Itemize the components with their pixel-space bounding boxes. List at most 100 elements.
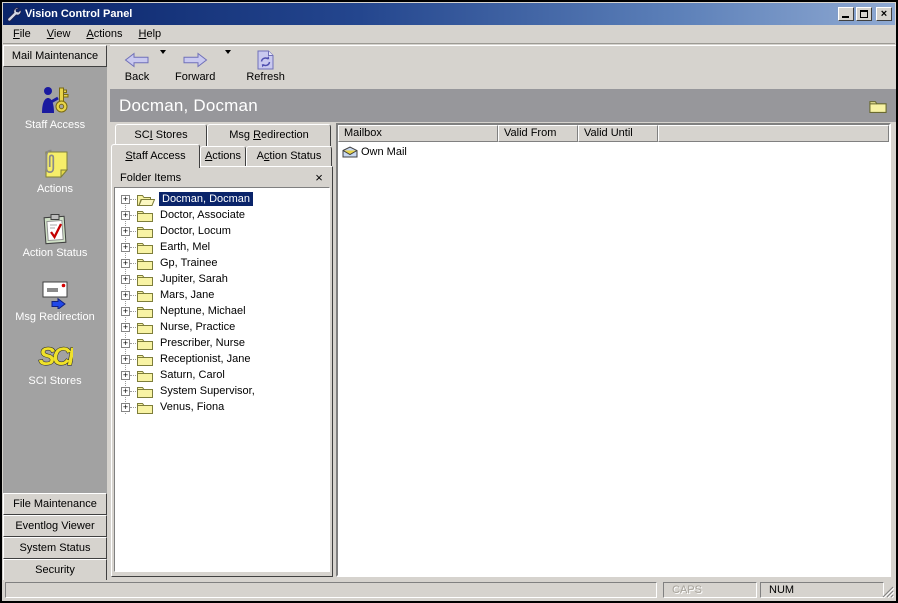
expand-icon[interactable]: + [121, 291, 130, 300]
back-dropdown-button[interactable] [156, 50, 169, 67]
expand-icon[interactable]: + [121, 387, 130, 396]
sidebar-item-label: SCI Stores [3, 375, 107, 387]
tree-item-system-supervisor[interactable]: + System Supervisor, [121, 383, 329, 399]
tree-item-earth-mel[interactable]: + Earth, Mel [121, 239, 329, 255]
sidebar-group-mail-maintenance[interactable]: Mail Maintenance [3, 45, 107, 67]
status-bar: CAPS NUM [3, 580, 895, 599]
expand-icon[interactable]: + [121, 355, 130, 364]
sidebar-item-staff-access[interactable]: Staff Access [3, 79, 107, 137]
folder-icon [137, 401, 153, 414]
tree-item-doctor-locum[interactable]: + Doctor, Locum [121, 223, 329, 239]
maximize-button[interactable] [856, 7, 872, 21]
expand-icon[interactable]: + [121, 323, 130, 332]
expand-icon[interactable]: + [121, 195, 130, 204]
column-header-valid-from[interactable]: Valid From [498, 125, 578, 142]
sidebar-item-label: Actions [3, 183, 107, 195]
menu-actions[interactable]: Actions [78, 26, 130, 42]
page-title: Docman, Docman [119, 96, 869, 116]
column-header-mailbox[interactable]: Mailbox [338, 125, 498, 142]
status-num-indicator: NUM [760, 582, 884, 598]
toolbar: Back Forward Refresh [110, 45, 896, 89]
refresh-icon [257, 51, 274, 69]
sidebar-group-system-status[interactable]: System Status [3, 537, 107, 559]
resize-grip[interactable] [881, 585, 894, 598]
title-bar[interactable]: Vision Control Panel × [3, 3, 895, 25]
vision-control-panel-window: Vision Control Panel × File View Actions… [0, 0, 898, 603]
menu-file[interactable]: File [5, 26, 39, 42]
status-message-pane [5, 582, 657, 598]
back-icon [124, 51, 150, 69]
expand-icon[interactable]: + [121, 275, 130, 284]
expand-icon[interactable]: + [121, 371, 130, 380]
back-button[interactable]: Back [118, 50, 156, 84]
folder-icon [137, 241, 153, 254]
sidebar-item-action-status[interactable]: Action Status [3, 207, 107, 265]
folder-icon [137, 209, 153, 222]
mailbox-icon [342, 146, 358, 158]
sidebar: Mail Maintenance Staff Access [3, 45, 107, 580]
forward-dropdown-button[interactable] [221, 50, 234, 67]
refresh-button[interactable]: Refresh [240, 50, 291, 84]
chevron-down-icon [160, 50, 166, 54]
sidebar-group-file-maintenance[interactable]: File Maintenance [3, 493, 107, 515]
expand-icon[interactable]: + [121, 307, 130, 316]
tree-item-docman-docman[interactable]: + Docman, Docman [121, 191, 329, 207]
forward-icon [182, 51, 208, 69]
forward-button[interactable]: Forward [169, 50, 221, 84]
sidebar-group-security[interactable]: Security [3, 559, 107, 581]
expand-icon[interactable]: + [121, 259, 130, 268]
folder-icon [137, 289, 153, 302]
sidebar-item-label: Staff Access [3, 119, 107, 131]
tab-staff-access[interactable]: Staff Access [111, 144, 200, 168]
expand-icon[interactable]: + [121, 403, 130, 412]
menu-view[interactable]: View [39, 26, 79, 42]
sidebar-item-sci-stores[interactable]: SCI SCI Stores [3, 335, 107, 393]
tab-msg-redirection[interactable]: Msg Redirection [207, 124, 331, 146]
content-header: Docman, Docman [110, 89, 896, 122]
tree-item-nurse-practice[interactable]: + Nurse, Practice [121, 319, 329, 335]
menu-bar: File View Actions Help [3, 25, 895, 44]
folder-icon [137, 321, 153, 334]
tab-action-status[interactable]: Action Status [246, 146, 332, 167]
sidebar-item-msg-redirection[interactable]: Msg Redirection [3, 271, 107, 329]
tree-item-prescriber-nurse[interactable]: + Prescriber, Nurse [121, 335, 329, 351]
tree-item-gp-trainee[interactable]: + Gp, Trainee [121, 255, 329, 271]
open-folder-icon [137, 193, 155, 206]
minimize-button[interactable] [838, 7, 854, 21]
expand-icon[interactable]: + [121, 339, 130, 348]
staff-access-icon [3, 79, 107, 117]
menu-help[interactable]: Help [131, 26, 170, 42]
sidebar-item-actions[interactable]: Actions [3, 143, 107, 201]
expand-icon[interactable]: + [121, 243, 130, 252]
folder-icon [137, 385, 153, 398]
folder-items-caption: Folder Items × [114, 169, 330, 187]
sidebar-group-eventlog-viewer[interactable]: Eventlog Viewer [3, 515, 107, 537]
tree-item-neptune-michael[interactable]: + Neptune, Michael [121, 303, 329, 319]
folder-items-title: Folder Items [120, 172, 312, 184]
mailbox-list-panel: Mailbox Valid From Valid Until Own Mail [336, 123, 891, 577]
folder-icon [137, 305, 153, 318]
expand-icon[interactable]: + [121, 227, 130, 236]
column-header-blank[interactable] [658, 125, 889, 142]
status-caps-indicator: CAPS [663, 582, 757, 598]
actions-icon [3, 143, 107, 181]
mailbox-list-header: Mailbox Valid From Valid Until [338, 125, 889, 142]
tab-sci-stores[interactable]: SCI Stores [115, 124, 207, 146]
expand-icon[interactable]: + [121, 211, 130, 220]
tree-item-jupiter-sarah[interactable]: + Jupiter, Sarah [121, 271, 329, 287]
tree-item-mars-jane[interactable]: + Mars, Jane [121, 287, 329, 303]
folder-items-panel: Folder Items × + Docman, Docman + Doctor… [111, 166, 333, 577]
tree-item-venus-fiona[interactable]: + Venus, Fiona [121, 399, 329, 415]
tree-item-saturn-carol[interactable]: + Saturn, Carol [121, 367, 329, 383]
tree-item-doctor-associate[interactable]: + Doctor, Associate [121, 207, 329, 223]
folder-icon [869, 99, 887, 113]
close-button[interactable]: × [876, 7, 892, 21]
action-status-icon [3, 207, 107, 245]
tab-actions[interactable]: Actions [200, 146, 246, 167]
column-header-valid-until[interactable]: Valid Until [578, 125, 658, 142]
folder-icon [137, 337, 153, 350]
close-icon: × [881, 8, 887, 20]
panel-close-button[interactable]: × [312, 171, 326, 185]
tree-item-receptionist-jane[interactable]: + Receptionist, Jane [121, 351, 329, 367]
list-item-own-mail[interactable]: Own Mail [342, 146, 889, 158]
